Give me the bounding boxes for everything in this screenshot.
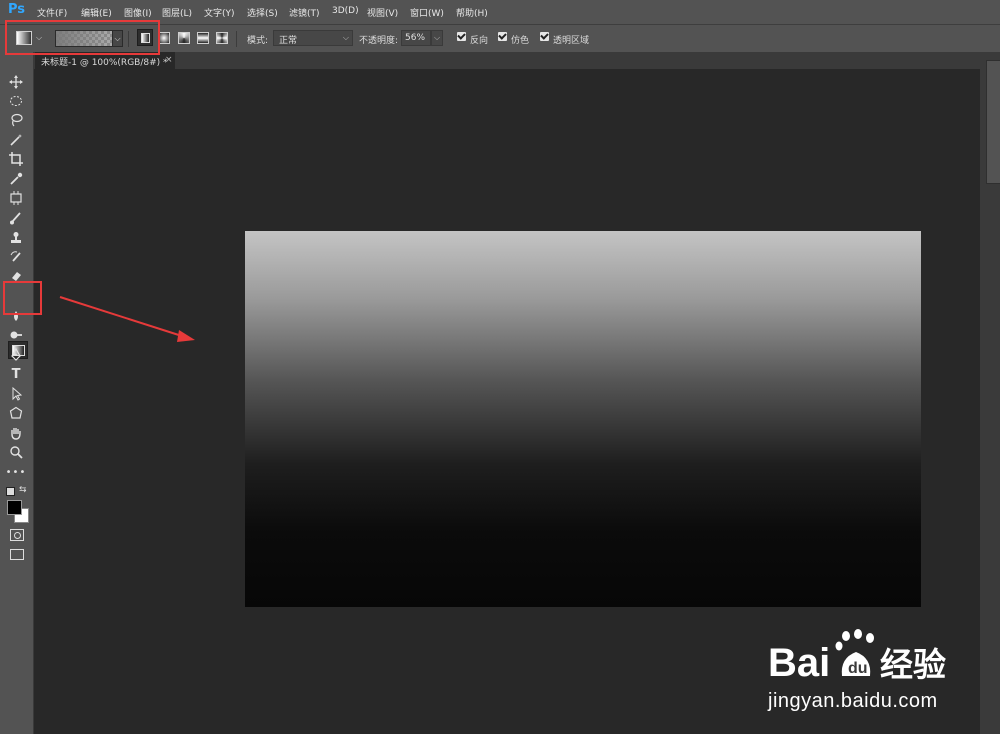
- reverse-label: 反向: [470, 36, 489, 46]
- annotation-arrow: [59, 296, 195, 342]
- dodge-tool-icon[interactable]: [8, 327, 24, 343]
- menu-window[interactable]: 窗口(W): [410, 6, 444, 19]
- hand-tool-icon[interactable]: [8, 425, 24, 441]
- document-tab-bar: [34, 52, 980, 69]
- reverse-checkbox[interactable]: [457, 32, 466, 41]
- svg-text:du: du: [848, 660, 868, 677]
- eyedropper-tool-icon[interactable]: [8, 171, 24, 187]
- transparency-checkbox[interactable]: [540, 32, 549, 41]
- watermark-url: jingyan.baidu.com: [768, 690, 938, 712]
- collapsed-panel[interactable]: [986, 60, 1000, 184]
- more-tools-icon[interactable]: •••: [6, 464, 26, 480]
- chevron-down-icon: ⌵: [342, 33, 349, 42]
- menu-view[interactable]: 视图(V): [367, 6, 398, 19]
- angle-gradient-button[interactable]: [178, 32, 190, 44]
- watermark-suffix: 经验: [880, 645, 946, 684]
- watermark-brand: Bai: [768, 641, 830, 685]
- diamond-gradient-button[interactable]: [216, 32, 228, 44]
- pen-tool-icon[interactable]: [8, 347, 24, 363]
- screen-mode-icon[interactable]: [10, 549, 24, 560]
- swap-colors-icon[interactable]: ⇆: [19, 485, 27, 495]
- brush-tool-icon[interactable]: [8, 210, 24, 226]
- marquee-tool-icon[interactable]: [8, 93, 24, 109]
- menu-filter[interactable]: 滤镜(T): [289, 6, 320, 19]
- document-canvas[interactable]: [245, 231, 921, 607]
- blend-mode-select[interactable]: 正常 ⌵: [273, 30, 353, 46]
- history-brush-tool-icon[interactable]: [8, 249, 24, 265]
- menu-3d[interactable]: 3D(D): [332, 6, 359, 16]
- menu-type[interactable]: 文字(Y): [204, 6, 235, 19]
- crop-tool-icon[interactable]: [8, 151, 24, 167]
- path-selection-tool-icon[interactable]: [8, 386, 24, 402]
- transparency-label: 透明区域: [553, 36, 590, 46]
- mode-label: 模式:: [247, 36, 269, 46]
- shape-tool-icon[interactable]: [8, 405, 24, 421]
- type-tool-icon[interactable]: T: [8, 366, 24, 382]
- opacity-value: 56%: [405, 33, 426, 43]
- menu-image[interactable]: 图像(I): [124, 6, 152, 19]
- highlight-box-gradient-tool: [3, 281, 42, 315]
- quick-mask-icon[interactable]: [10, 529, 24, 541]
- frame-tool-icon[interactable]: [8, 190, 24, 206]
- menu-layer[interactable]: 图层(L): [162, 6, 192, 19]
- menu-help[interactable]: 帮助(H): [456, 6, 488, 19]
- menu-file[interactable]: 文件(F): [37, 6, 67, 19]
- photoshop-logo: Ps: [8, 2, 26, 17]
- document-tab-label: 未标题-1 @ 100%(RGB/8#) *: [41, 58, 168, 68]
- lasso-tool-icon[interactable]: [8, 112, 24, 128]
- reflected-gradient-button[interactable]: [197, 32, 209, 44]
- opacity-input[interactable]: 56%: [401, 30, 431, 46]
- close-icon[interactable]: ×: [165, 55, 173, 65]
- default-colors-icon[interactable]: [6, 487, 15, 496]
- zoom-tool-icon[interactable]: [8, 444, 24, 460]
- dither-checkbox[interactable]: [498, 32, 507, 41]
- divider: [236, 31, 237, 47]
- foreground-color-swatch[interactable]: [7, 500, 22, 515]
- opacity-label: 不透明度:: [359, 36, 399, 46]
- highlight-box-options: [5, 20, 160, 55]
- menu-select[interactable]: 选择(S): [247, 6, 278, 19]
- move-tool-icon[interactable]: [8, 74, 24, 90]
- opacity-slider-toggle[interactable]: ⌵: [431, 30, 443, 46]
- dither-label: 仿色: [511, 36, 530, 46]
- blend-mode-value: 正常: [279, 36, 298, 46]
- stamp-tool-icon[interactable]: [8, 230, 24, 246]
- baidu-jingyan-watermark-logo: Bai du 经验: [768, 629, 946, 685]
- menu-edit[interactable]: 编辑(E): [81, 6, 112, 19]
- tools-panel: T ••• ⇆: [0, 52, 34, 734]
- magic-wand-tool-icon[interactable]: [8, 132, 24, 148]
